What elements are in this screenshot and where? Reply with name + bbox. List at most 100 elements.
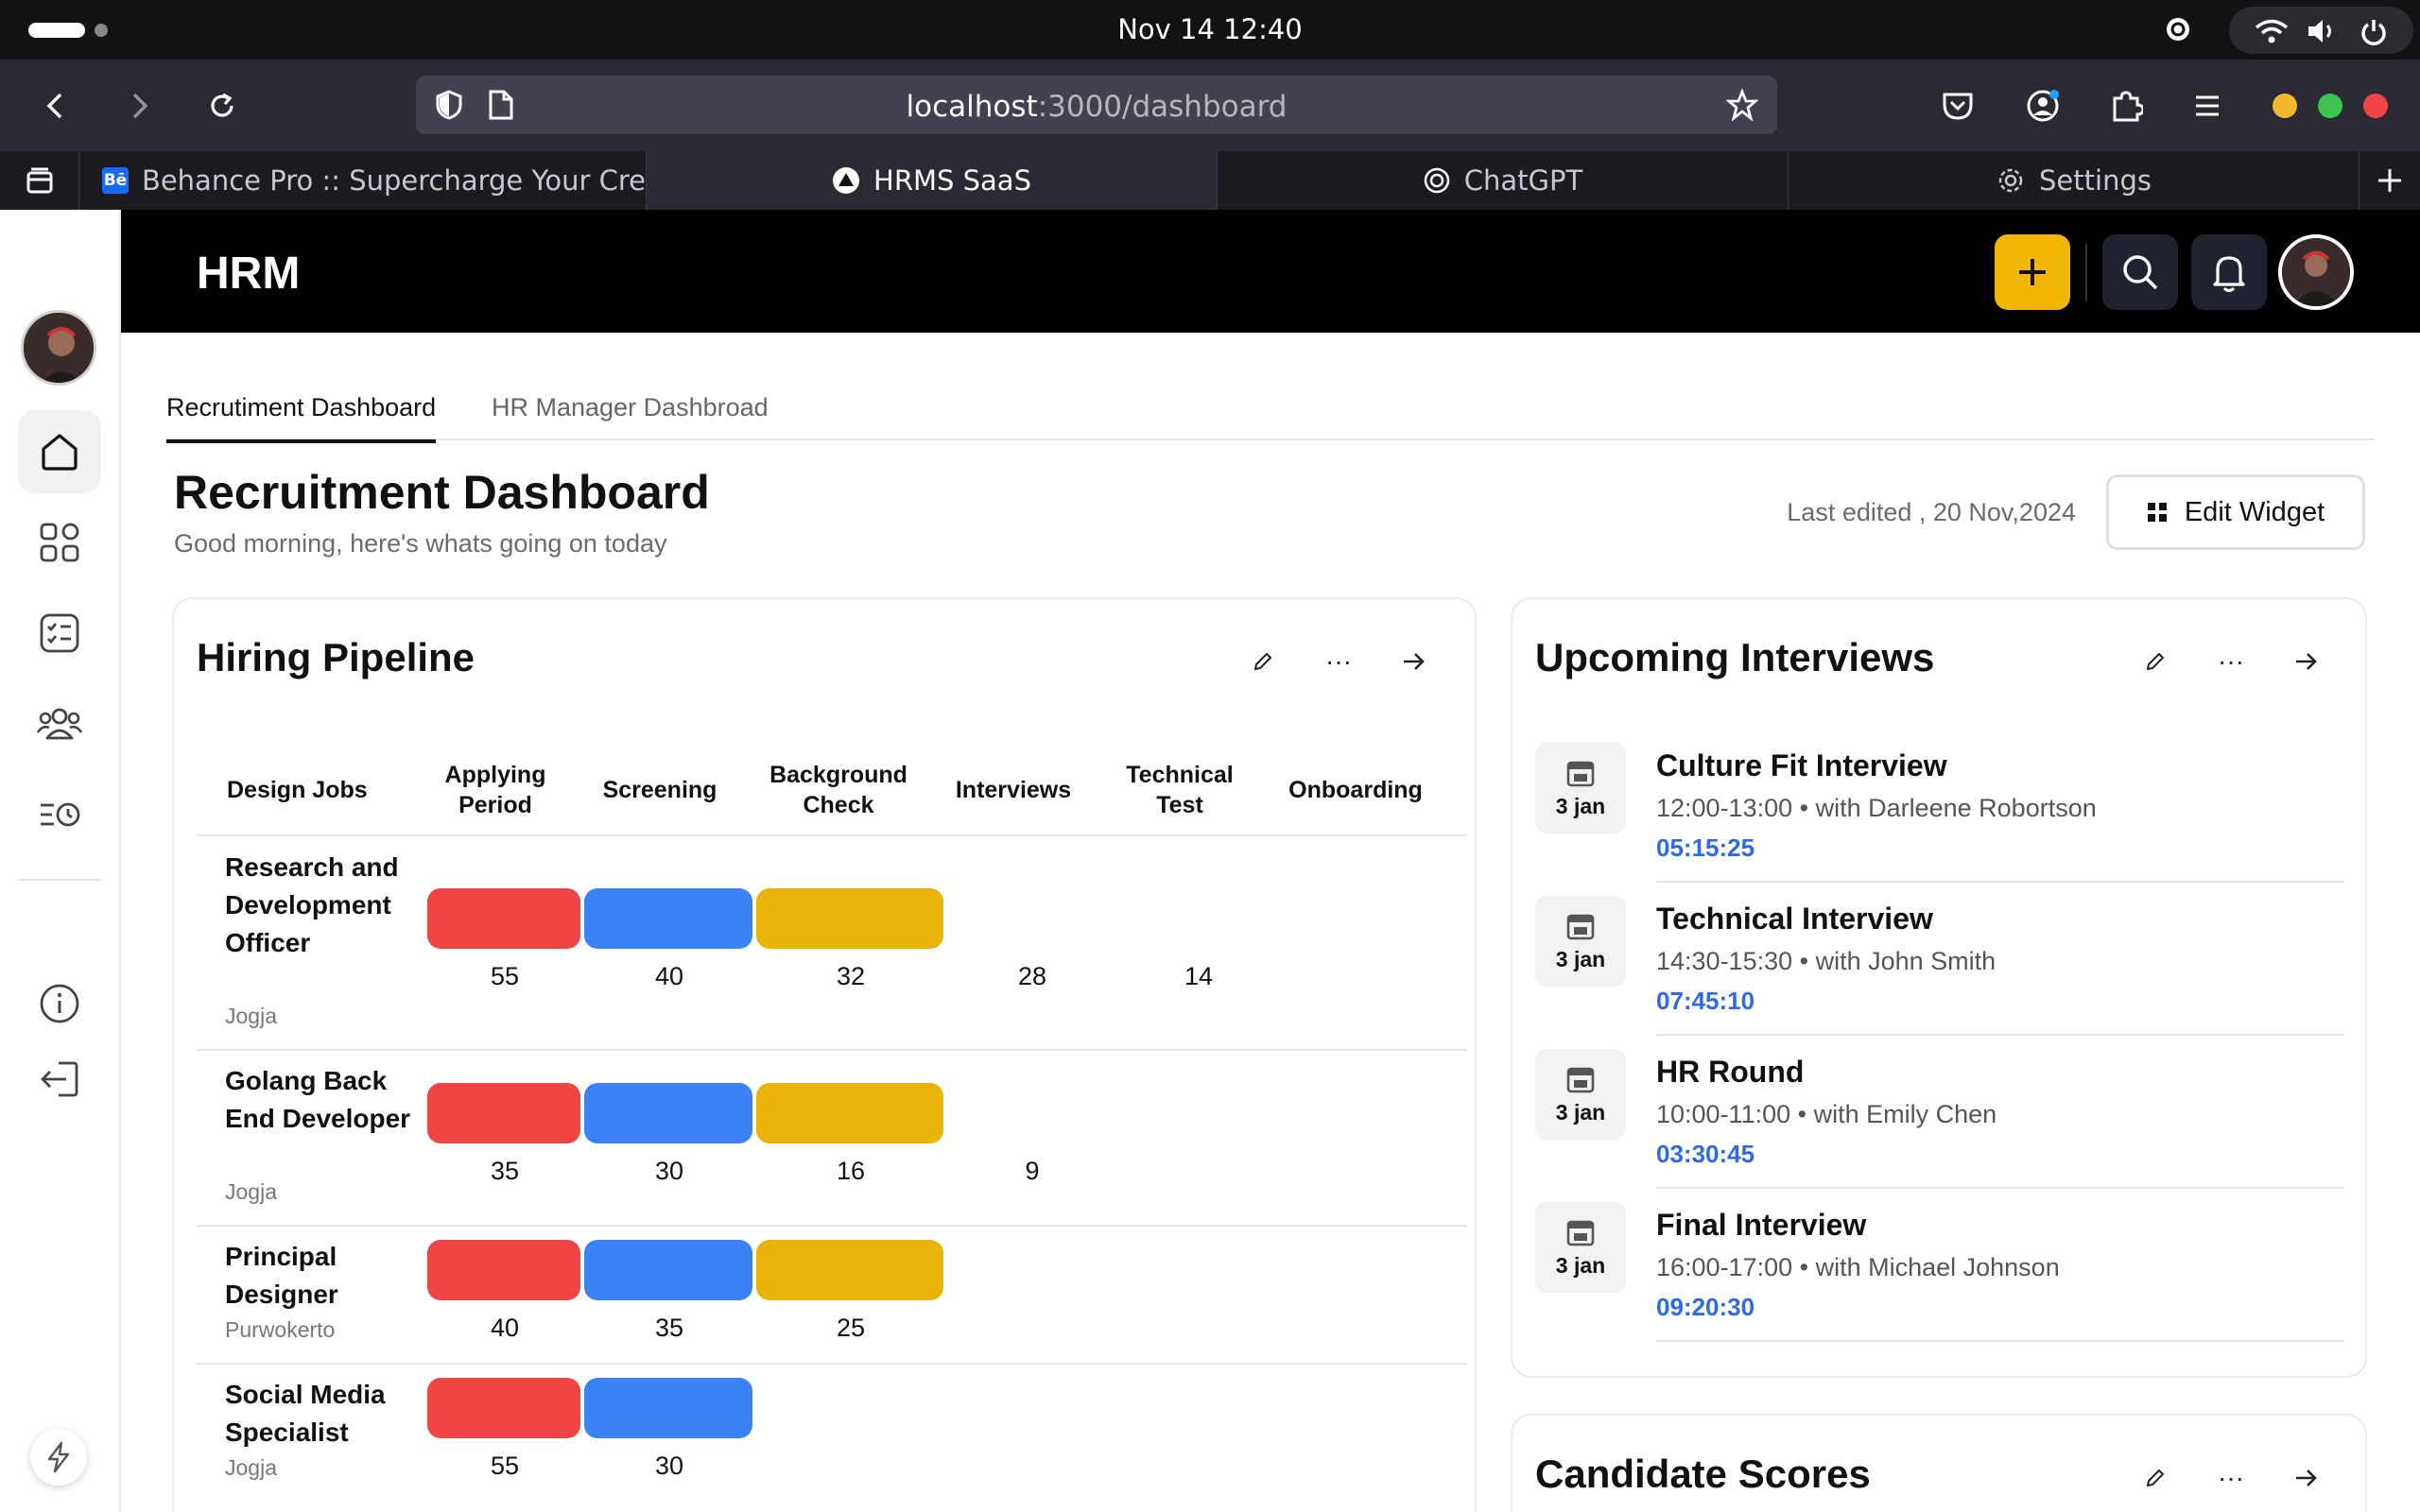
stage-bar-screening (584, 1083, 752, 1143)
interview-date-badge: 3 jan (1535, 1049, 1626, 1140)
sidebar-item-schedule[interactable] (18, 773, 101, 856)
interview-date: 3 jan (1555, 1252, 1606, 1278)
edit-card-button[interactable] (2127, 633, 2184, 690)
grid-icon (40, 523, 79, 562)
address-bar[interactable]: localhost:3000/dashboard (416, 76, 1777, 134)
sidebar-item-home[interactable] (18, 410, 101, 493)
forward-arrow-icon (132, 93, 148, 119)
pocket-icon (1943, 93, 1973, 120)
checklist-icon (40, 613, 79, 653)
open-card-button[interactable] (2278, 633, 2335, 690)
row-divider (197, 1049, 1467, 1051)
row-divider (197, 1225, 1467, 1227)
plus-icon (2019, 259, 2046, 285)
back-button[interactable] (32, 82, 79, 129)
tab-hr-manager-dashboard[interactable]: HR Manager Dashbroad (492, 393, 769, 439)
widgets-icon (2147, 503, 2167, 522)
maximize-window-button[interactable] (2318, 94, 2342, 118)
bell-icon (2213, 256, 2245, 293)
reload-button[interactable] (199, 82, 246, 129)
page-subtitle: Good morning, here's whats going on toda… (174, 529, 667, 558)
tab-hrms-saas[interactable]: HRMS SaaS (647, 151, 1218, 210)
close-window-button[interactable] (2363, 94, 2388, 118)
search-button[interactable] (2102, 234, 2178, 310)
interview-countdown: 09:20:30 (1656, 1293, 1755, 1321)
stage-bar-background (756, 1083, 943, 1143)
sidebar-item-info[interactable] (18, 962, 101, 1045)
notifications-button[interactable] (2191, 234, 2267, 310)
count-applying: 40 (490, 1314, 520, 1342)
edit-widget-label: Edit Widget (2184, 496, 2325, 527)
job-title: Golang Back End Developer (225, 1066, 411, 1133)
col-header-screening: Screening (602, 777, 717, 803)
user-avatar[interactable] (21, 310, 96, 386)
stage-bar-screening (584, 888, 752, 949)
interview-title: HR Round (1656, 1055, 1805, 1089)
count-interviews: 9 (1025, 1157, 1040, 1185)
tab-recruitment-dashboard[interactable]: Recrutiment Dashboard (166, 393, 437, 443)
tab-behance[interactable]: Bē Behance Pro :: Supercharge Your Cre (79, 151, 647, 210)
sidebar-item-tasks[interactable] (18, 592, 101, 675)
sidebar-item-logout[interactable] (18, 1038, 101, 1121)
wifi-icon (2255, 19, 2289, 43)
menu-button[interactable] (2184, 82, 2231, 129)
stage-bar-background (756, 1240, 943, 1300)
open-card-button[interactable] (1386, 633, 1443, 690)
more-options-button[interactable]: ··· (2203, 633, 2259, 690)
edit-card-button[interactable] (1235, 633, 1291, 690)
forward-button[interactable] (115, 82, 163, 129)
item-divider (1656, 1340, 2344, 1342)
quick-actions-button[interactable] (30, 1429, 87, 1486)
pencil-icon (2147, 1469, 2164, 1486)
interview-title: Technical Interview (1656, 902, 1933, 936)
count-screening: 30 (654, 1452, 684, 1480)
new-tab-button[interactable] (2360, 151, 2420, 210)
row-divider (197, 1363, 1467, 1365)
calendar-icon (1566, 1220, 1595, 1246)
stage-bar-screening (584, 1240, 752, 1300)
sidebar-item-apps[interactable] (18, 501, 101, 584)
count-technical: 14 (1184, 962, 1214, 990)
more-options-button[interactable]: ··· (2203, 1450, 2259, 1506)
app-header: HRM (121, 210, 2420, 333)
info-icon (40, 984, 79, 1023)
more-options-button[interactable]: ··· (1310, 633, 1367, 690)
app-brand[interactable]: HRM (197, 248, 300, 300)
add-button[interactable] (1995, 234, 2070, 310)
tab-overview-button[interactable] (0, 151, 79, 210)
edit-widget-button[interactable]: Edit Widget (2106, 474, 2365, 550)
count-background: 25 (836, 1314, 866, 1342)
os-clock[interactable]: Nov 14 12:40 (0, 13, 2420, 45)
url-path: :3000/dashboard (1037, 90, 1288, 124)
arrow-right-icon (2296, 653, 2317, 670)
item-divider (1656, 1034, 2344, 1036)
system-tray[interactable] (2229, 7, 2413, 54)
interview-meta: 10:00-11:00 • with Emily Chen (1656, 1100, 1997, 1128)
stage-bar-applying (427, 1240, 580, 1300)
edit-card-button[interactable] (2127, 1450, 2184, 1506)
browser-toolbar: localhost:3000/dashboard (0, 60, 2420, 151)
header-user-avatar[interactable] (2278, 234, 2354, 310)
job-location: Purwokerto (225, 1317, 336, 1342)
minimize-window-button[interactable] (2273, 94, 2297, 118)
behance-icon: Bē (102, 167, 129, 194)
open-card-button[interactable] (2278, 1450, 2335, 1506)
tab-settings[interactable]: Settings (1789, 151, 2360, 210)
candidate-scores-card: Candidate Scores ··· (1511, 1414, 2367, 1512)
pocket-button[interactable] (1934, 82, 1981, 129)
sidebar-item-employees[interactable] (18, 682, 101, 765)
url-text[interactable]: localhost:3000/dashboard (416, 90, 1777, 124)
bookmark-star-icon[interactable] (1726, 89, 1758, 121)
interview-date: 3 jan (1555, 946, 1606, 971)
interview-meta: 14:30-15:30 • with John Smith (1656, 947, 1996, 975)
account-icon (2027, 90, 2059, 122)
stage-bar-applying (427, 1378, 580, 1438)
extensions-button[interactable] (2102, 82, 2150, 129)
tab-chatgpt[interactable]: ChatGPT (1218, 151, 1789, 210)
copilot-icon[interactable] (2165, 16, 2191, 43)
pencil-icon (2147, 653, 2164, 670)
os-top-bar: Nov 14 12:40 (0, 0, 2420, 60)
interview-date: 3 jan (1555, 1099, 1606, 1125)
reload-icon (211, 93, 233, 117)
account-button[interactable] (2019, 82, 2066, 129)
